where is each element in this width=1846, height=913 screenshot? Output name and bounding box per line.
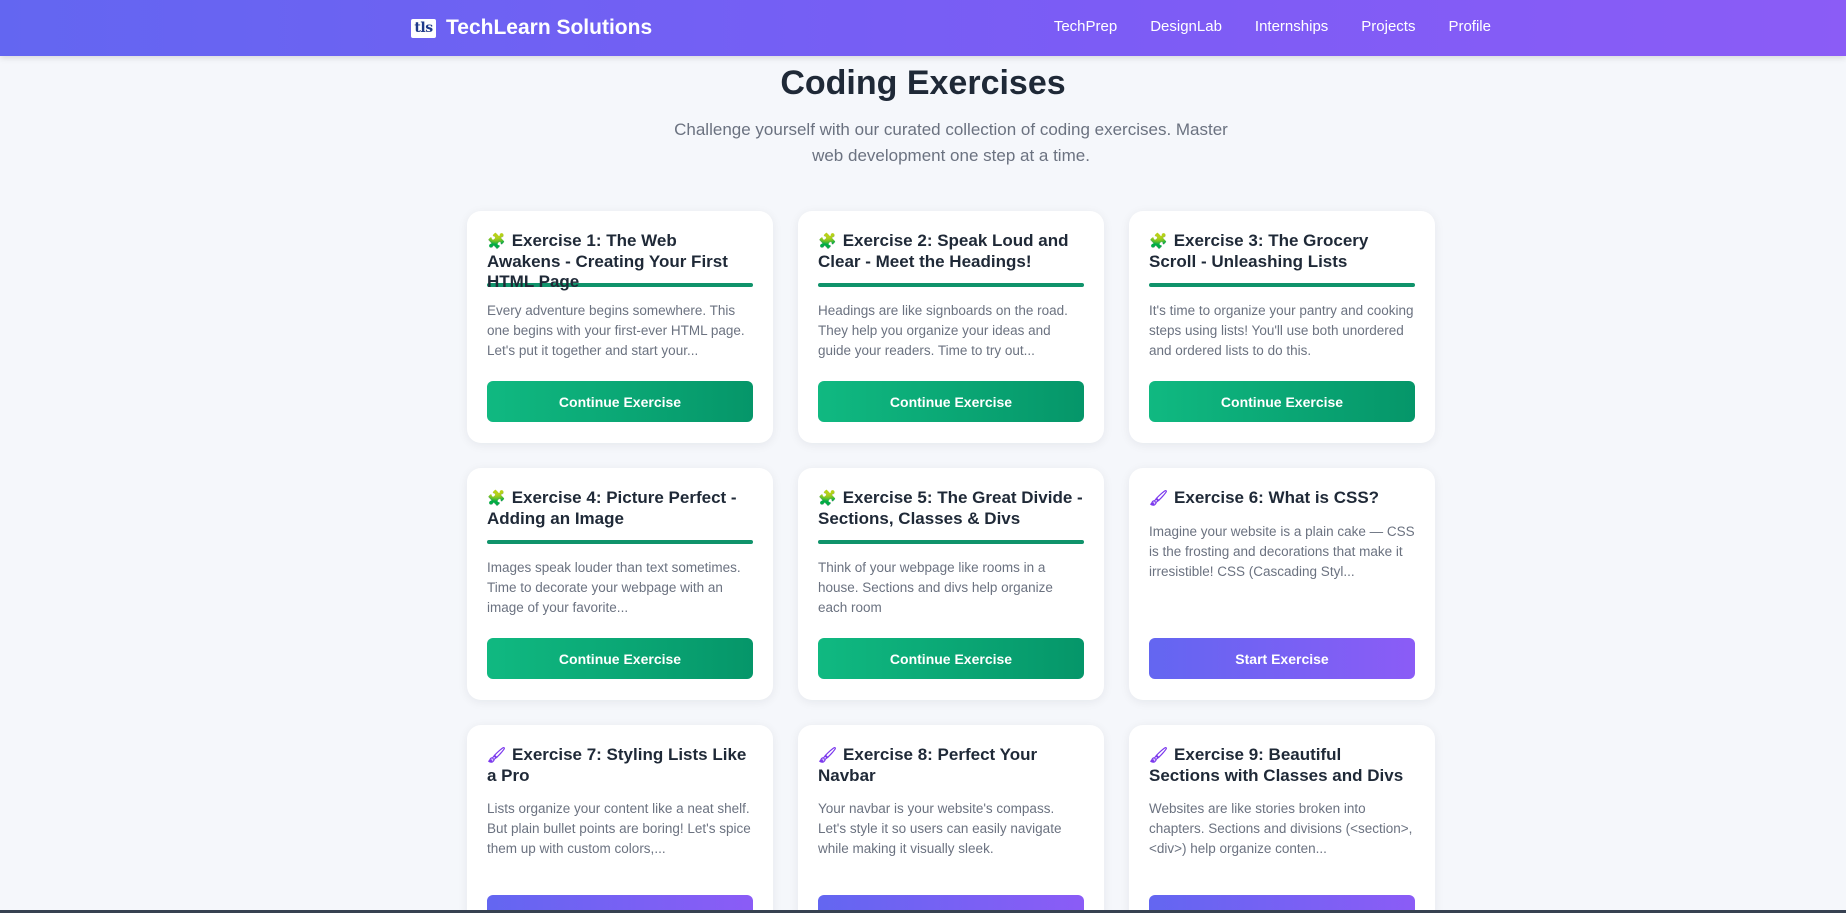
continue-exercise-button[interactable]: Continue Exercise [1149,381,1415,422]
progress-divider [1149,283,1415,287]
brush-icon: 🖌 [1149,747,1169,764]
top-navbar: tls TechLearn Solutions TechPrep DesignL… [0,0,1846,56]
brush-icon: 🖌 [1149,490,1169,507]
exercise-grid: 🧩 Exercise 1: The Web Awakens - Creating … [467,211,1435,913]
page-title: Coding Exercises [780,64,1066,102]
exercise-title-text: Exercise 7: Styling Lists Like a Pro [487,745,747,785]
exercise-card[interactable]: 🖌 Exercise 7: Styling Lists Like a Pro Lis… [467,725,773,913]
exercise-description: Think of your webpage like rooms in a ho… [818,560,1053,615]
exercise-title-text: Exercise 1: The Web Awakens - Creating Y… [487,231,728,291]
progress-divider [487,540,753,544]
exercise-card[interactable]: 🖌 Exercise 6: What is CSS? Imagine your we… [1129,468,1435,700]
exercise-title: 🖌 Exercise 6: What is CSS? [1149,488,1415,508]
exercise-description: It's time to organize your pantry and co… [1149,303,1414,358]
exercise-description: Your navbar is your website's compass. L… [818,801,1062,856]
exercise-title: 🧩 Exercise 5: The Great Divide - Sections… [818,488,1084,528]
brand[interactable]: tls TechLearn Solutions [411,15,652,41]
exercise-description: Imagine your website is a plain cake — C… [1149,524,1415,579]
continue-exercise-button[interactable]: Continue Exercise [818,381,1084,422]
exercise-title: 🖌 Exercise 8: Perfect Your Navbar [818,745,1084,785]
exercise-title-text: Exercise 3: The Grocery Scroll - Unleash… [1149,231,1369,271]
exercise-description: Headings are like signboards on the road… [818,303,1068,358]
brush-icon: 🖌 [487,747,507,764]
brand-name: TechLearn Solutions [446,16,653,39]
puzzle-icon: 🧩 [818,233,837,250]
exercise-card[interactable]: 🖌 Exercise 9: Beautiful Sections with Cla… [1129,725,1435,913]
exercise-card[interactable]: 🧩 Exercise 3: The Grocery Scroll - Unleas… [1129,211,1435,443]
puzzle-icon: 🧩 [1149,233,1168,250]
puzzle-icon: 🧩 [487,490,506,507]
exercise-title: 🖌 Exercise 7: Styling Lists Like a Pro [487,745,753,785]
exercise-card[interactable]: 🧩 Exercise 5: The Great Divide - Sections… [798,468,1104,700]
puzzle-icon: 🧩 [487,233,506,250]
continue-exercise-button[interactable]: Continue Exercise [818,638,1084,679]
exercise-card[interactable]: 🧩 Exercise 1: The Web Awakens - Creating … [467,211,773,443]
nav-link-techprep[interactable]: TechPrep [1054,18,1117,35]
page-subtitle: Challenge yourself with our curated coll… [674,120,1228,165]
start-exercise-button[interactable]: Start Exercise [1149,638,1415,679]
exercise-card[interactable]: 🧩 Exercise 2: Speak Loud and Clear - Meet… [798,211,1104,443]
nav-link-designlab[interactable]: DesignLab [1150,18,1222,35]
exercise-title-text: Exercise 8: Perfect Your Navbar [818,745,1038,785]
continue-exercise-button[interactable]: Continue Exercise [487,381,753,422]
exercise-description: Lists organize your content like a neat … [487,801,751,856]
exercise-description: Websites are like stories broken into ch… [1149,801,1413,856]
nav-links: TechPrep DesignLab Internships Projects … [1054,18,1491,35]
exercise-title-text: Exercise 2: Speak Loud and Clear - Meet … [818,231,1069,271]
exercise-title-text: Exercise 4: Picture Perfect - Adding an … [487,488,737,528]
continue-exercise-button[interactable]: Continue Exercise [487,638,753,679]
exercise-description: Every adventure begins somewhere. This o… [487,303,745,358]
exercise-card[interactable]: 🧩 Exercise 4: Picture Perfect - Adding an… [467,468,773,700]
exercise-title: 🧩 Exercise 2: Speak Loud and Clear - Meet… [818,231,1084,271]
exercise-description: Images speak louder than text sometimes.… [487,560,741,615]
nav-link-internships[interactable]: Internships [1255,18,1328,35]
nav-link-projects[interactable]: Projects [1361,18,1415,35]
exercise-title: 🧩 Exercise 4: Picture Perfect - Adding an… [487,488,753,528]
brand-logo-icon: tls [411,18,436,38]
nav-link-profile[interactable]: Profile [1448,18,1491,35]
progress-divider [818,540,1084,544]
progress-divider [818,283,1084,287]
exercise-title-text: Exercise 6: What is CSS? [1174,488,1380,507]
puzzle-icon: 🧩 [818,490,837,507]
brush-icon: 🖌 [818,747,838,764]
exercise-title: 🧩 Exercise 3: The Grocery Scroll - Unleas… [1149,231,1415,271]
exercise-card[interactable]: 🖌 Exercise 8: Perfect Your Navbar Your nav… [798,725,1104,913]
exercise-title-text: Exercise 9: Beautiful Sections with Clas… [1149,745,1404,785]
exercise-title: 🖌 Exercise 9: Beautiful Sections with Cla… [1149,745,1415,785]
exercise-title: 🧩 Exercise 1: The Web Awakens - Creating … [487,231,753,291]
exercise-title-text: Exercise 5: The Great Divide - Sections,… [818,488,1083,528]
